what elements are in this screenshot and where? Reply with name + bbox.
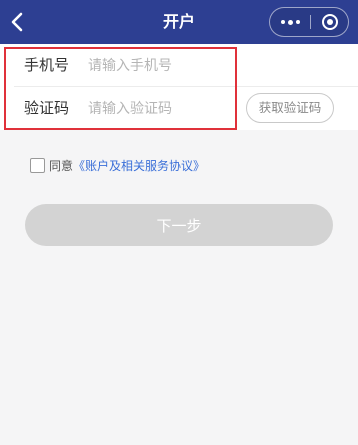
- account-form: 手机号 验证码 获取验证码: [0, 44, 358, 130]
- phone-label: 手机号: [24, 56, 70, 74]
- nav-bar: 开户: [0, 0, 358, 44]
- agreement-checkbox[interactable]: [30, 157, 45, 173]
- phone-input[interactable]: [88, 54, 233, 78]
- code-label: 验证码: [24, 99, 70, 117]
- mini-program-capsule: [269, 7, 349, 37]
- agreement-row: 同意 《账户及相关服务协议》: [30, 156, 205, 174]
- agreement-link[interactable]: 《账户及相关服务协议》: [73, 157, 205, 174]
- next-button[interactable]: 下一步: [25, 204, 333, 246]
- get-code-button[interactable]: 获取验证码: [246, 93, 334, 123]
- phone-row: 手机号: [0, 44, 358, 87]
- target-close-icon[interactable]: [311, 8, 349, 36]
- code-row: 验证码 获取验证码: [0, 87, 358, 130]
- code-input[interactable]: [88, 97, 233, 121]
- agreement-prefix: 同意: [49, 158, 74, 173]
- more-dots-icon[interactable]: [270, 8, 310, 36]
